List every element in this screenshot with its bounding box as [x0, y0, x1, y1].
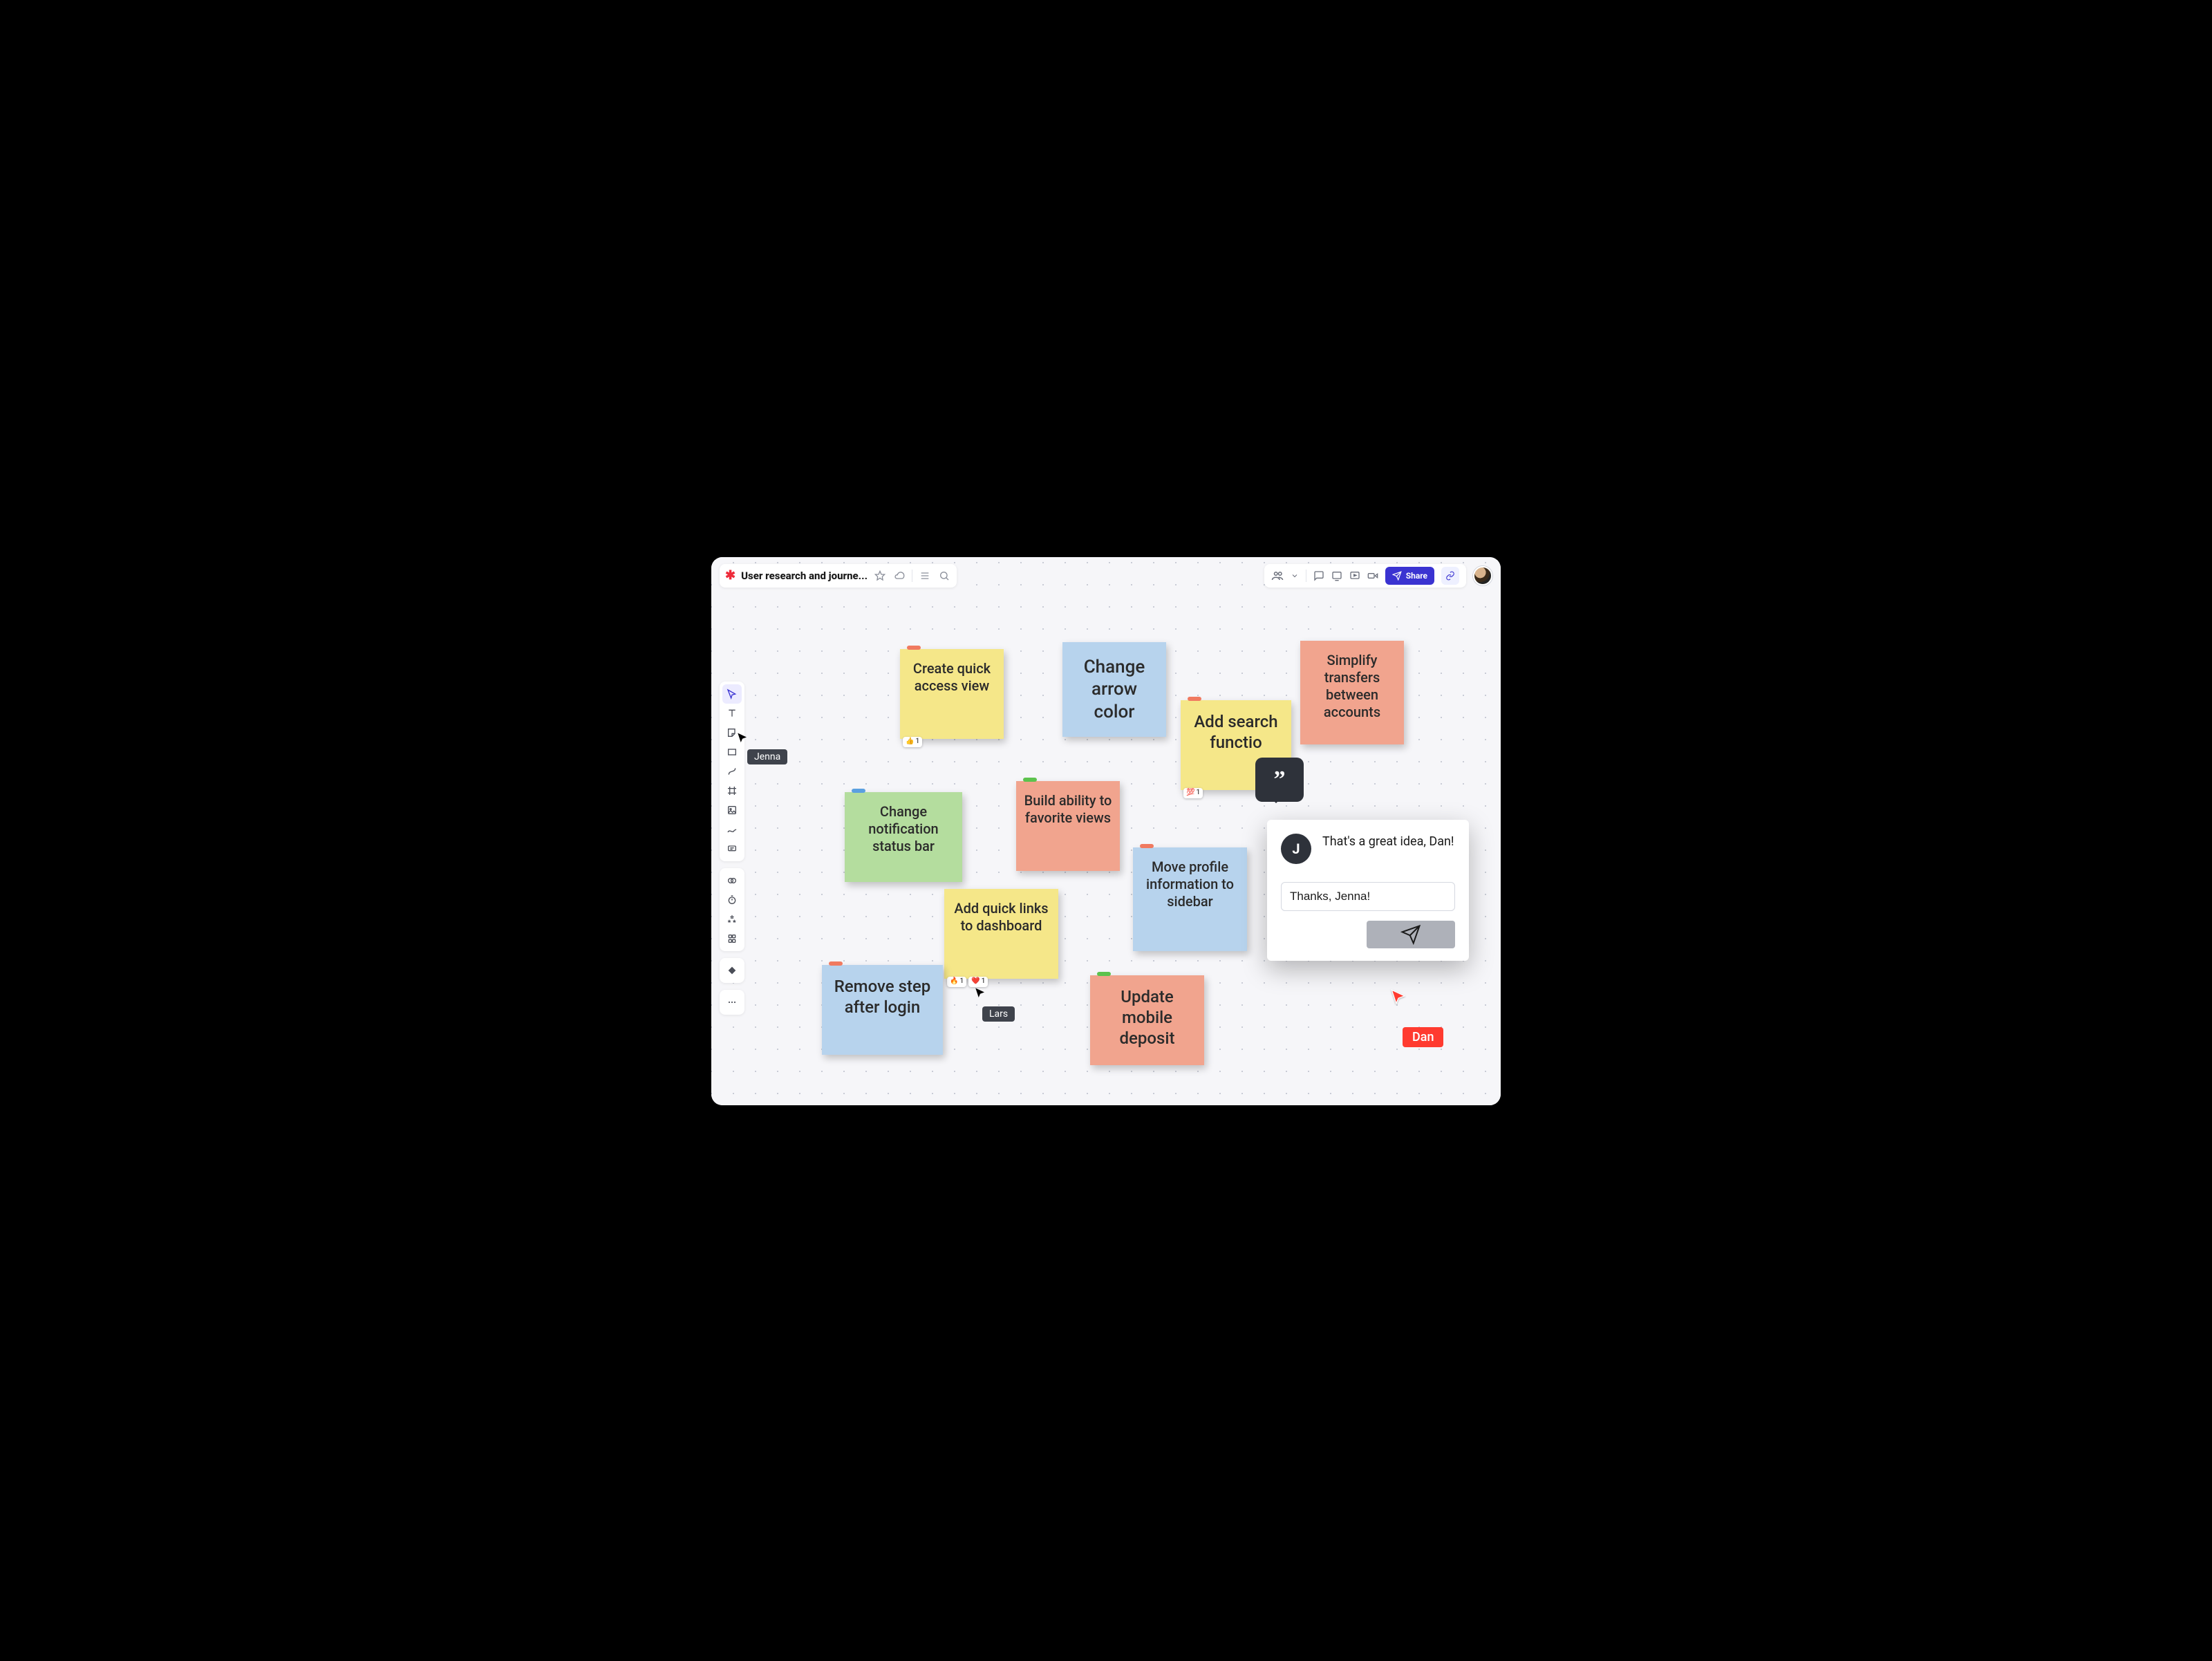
comment-reply-input[interactable] [1281, 882, 1455, 911]
more-tools-button[interactable] [722, 993, 742, 1012]
sticky-note[interactable]: Update mobile deposit [1090, 975, 1204, 1065]
frame-tool[interactable] [722, 781, 742, 800]
comment-text: That's a great idea, Dan! [1322, 834, 1454, 850]
app-window: ✱ User research and journe... [711, 557, 1501, 1105]
sticky-note[interactable]: Remove step after login [822, 965, 943, 1055]
shape-tool[interactable] [722, 742, 742, 762]
reaction-thumbs-up[interactable]: 👍1 [903, 737, 922, 747]
note-reactions: 🔥1 ❤️1 [947, 977, 988, 987]
app-logo-icon: ✱ [725, 568, 735, 583]
note-text: Create quick access view [913, 660, 991, 694]
video-icon[interactable] [1367, 570, 1378, 581]
connector-tool[interactable] [722, 762, 742, 781]
cursor-icon [1389, 988, 1407, 1006]
commenter-avatar: J [1281, 834, 1311, 864]
select-tool[interactable] [722, 684, 742, 704]
stars-tool[interactable] [722, 910, 742, 929]
note-author-tab [1023, 778, 1037, 782]
toolgroup-primary [720, 682, 744, 861]
collaborators-icon[interactable] [1271, 570, 1284, 582]
reaction-heart[interactable]: ❤️1 [968, 977, 988, 987]
note-text: Remove step after login [834, 977, 931, 1017]
cloud-sync-icon[interactable] [892, 569, 906, 583]
play-icon[interactable] [1349, 570, 1360, 581]
comment-card: J That's a great idea, Dan! [1267, 820, 1469, 961]
note-author-tab [907, 646, 921, 650]
copy-link-button[interactable] [1441, 567, 1459, 585]
title-bar: ✱ User research and journe... [720, 564, 957, 588]
toolgroup-more [720, 990, 744, 1015]
send-comment-button[interactable] [1367, 921, 1455, 948]
header-actions: Share [1264, 564, 1492, 588]
note-text: Simplify transfers between accounts [1324, 652, 1380, 720]
toolgroup-tertiary [720, 958, 744, 983]
sticky-note[interactable]: Create quick access view 👍1 [900, 649, 1004, 739]
sticky-note[interactable]: Add quick links to dashboard 🔥1 ❤️1 [944, 889, 1058, 979]
collaborator-cursor-label: Jenna [747, 749, 787, 764]
board-title[interactable]: User research and journe... [741, 570, 868, 582]
hamburger-menu-icon[interactable] [918, 569, 932, 583]
collaborator-cursor-label: Lars [982, 1006, 1015, 1022]
chevron-down-icon[interactable] [1291, 572, 1299, 580]
sticky-note[interactable]: Move profile information to sidebar [1133, 847, 1247, 951]
user-avatar[interactable] [1473, 566, 1492, 585]
toolgroup-secondary [720, 868, 744, 951]
note-author-tab [829, 961, 843, 966]
cursor-icon [974, 987, 986, 1000]
note-author-tab [852, 789, 865, 793]
sticky-note[interactable]: Change arrow color [1062, 642, 1166, 738]
reaction-hundred[interactable]: 💯1 [1183, 788, 1203, 798]
note-reactions: 💯1 [1183, 788, 1203, 798]
comment-tool[interactable] [722, 839, 742, 858]
header-actions-box: Share [1264, 564, 1466, 588]
note-text: Add search functio [1194, 712, 1277, 752]
image-tool[interactable] [722, 800, 742, 820]
favorite-star-icon[interactable] [873, 569, 887, 583]
chat-icon[interactable] [1313, 570, 1324, 581]
note-author-tab [1188, 697, 1201, 701]
note-text: Build ability to favorite views [1024, 792, 1112, 826]
comment-pin-icon[interactable]: ” [1255, 758, 1304, 802]
sticky-note[interactable]: Change notification status bar [845, 792, 962, 882]
note-author-tab [1140, 844, 1154, 848]
note-text: Add quick links to dashboard [954, 900, 1048, 934]
reaction-fire[interactable]: 🔥1 [947, 977, 966, 987]
cursor-icon [736, 732, 749, 744]
sticky-note[interactable]: Simplify transfers between accounts [1300, 641, 1404, 744]
sticky-note[interactable]: Build ability to favorite views [1016, 781, 1120, 871]
note-text: Change notification status bar [868, 803, 938, 854]
note-text: Change arrow color [1084, 657, 1145, 722]
note-text: Update mobile deposit [1120, 987, 1175, 1048]
text-tool[interactable] [722, 704, 742, 723]
timer-tool[interactable] [722, 890, 742, 910]
share-button[interactable]: Share [1385, 567, 1434, 585]
note-reactions: 👍1 [903, 737, 922, 747]
note-text: Move profile information to sidebar [1146, 858, 1234, 910]
draw-tool[interactable] [722, 820, 742, 839]
grid-tool[interactable] [722, 929, 742, 948]
collaborator-cursor-label: Dan [1403, 1027, 1443, 1047]
present-icon[interactable] [1331, 570, 1342, 581]
diamond-tool[interactable] [722, 961, 742, 980]
note-author-tab [1097, 972, 1111, 976]
link-circles-tool[interactable] [722, 871, 742, 890]
search-icon[interactable] [937, 569, 951, 583]
share-button-label: Share [1406, 571, 1427, 581]
